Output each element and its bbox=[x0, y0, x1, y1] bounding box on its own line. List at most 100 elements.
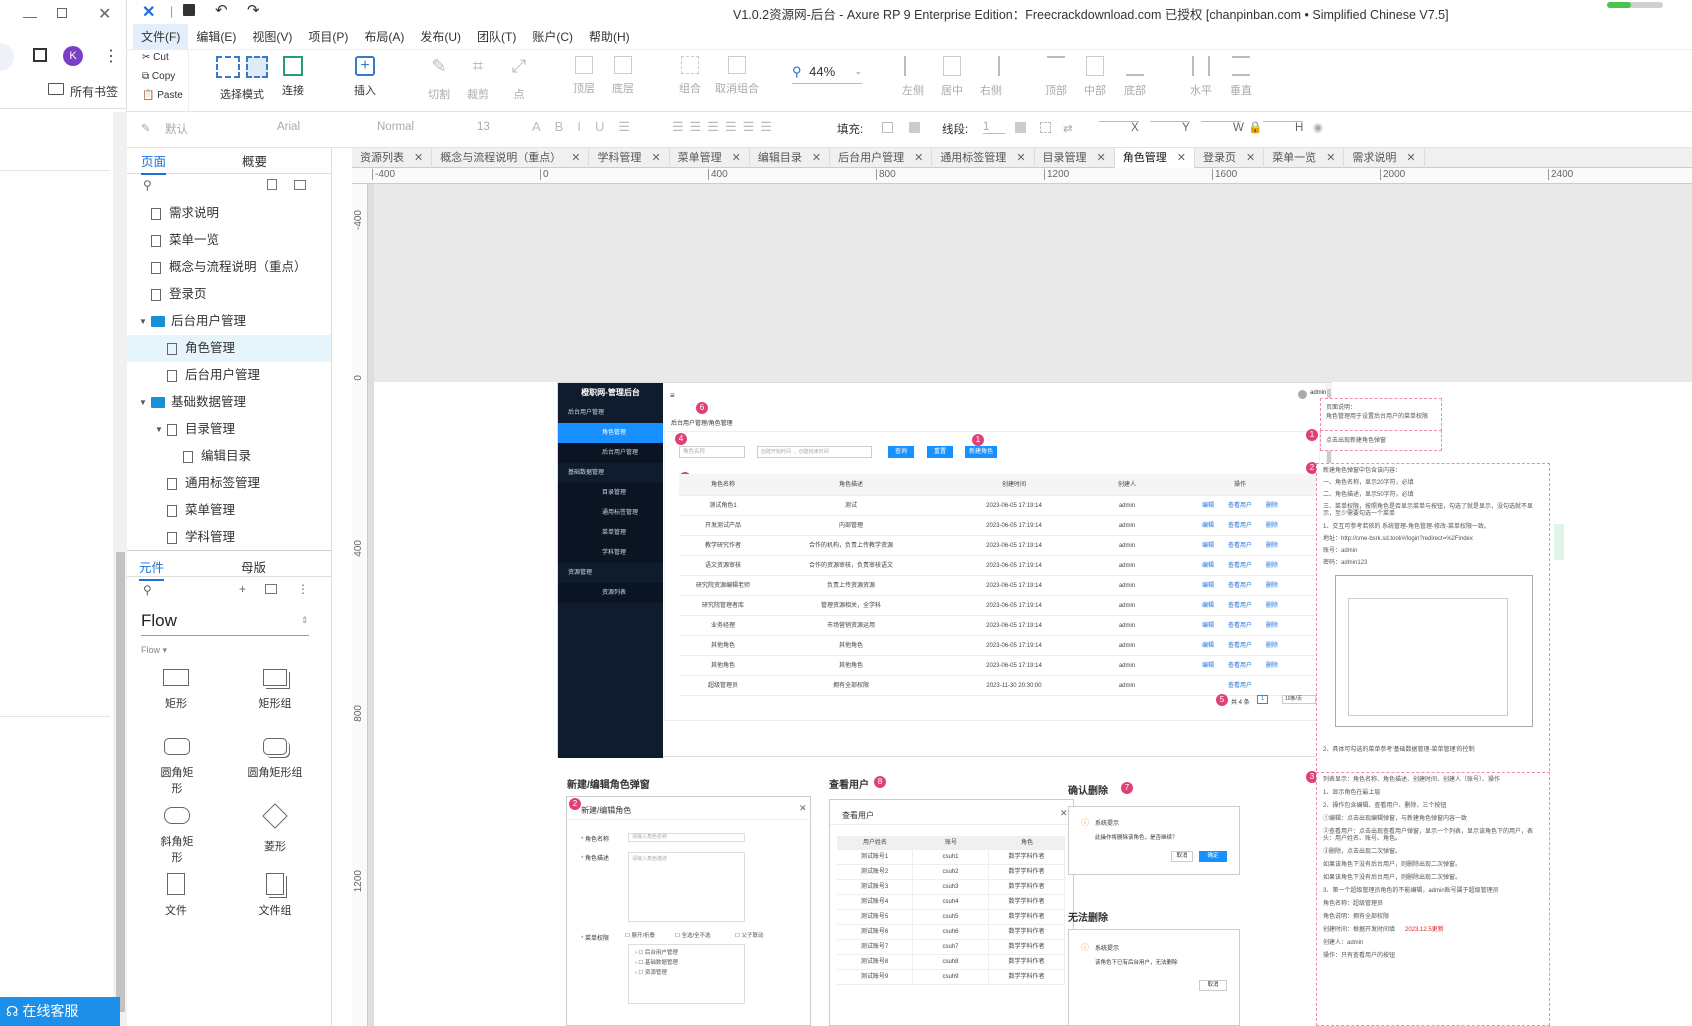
connect-button[interactable]: 连接 bbox=[277, 56, 309, 98]
close-icon[interactable]: ✕ bbox=[1097, 152, 1106, 164]
page-tree-item[interactable]: 后台用户管理 bbox=[127, 362, 331, 389]
ungroup-button[interactable]: 取消组合 bbox=[712, 56, 762, 96]
delete-link[interactable]: 删除 bbox=[1266, 503, 1278, 509]
page-tree-item[interactable]: ▼ 目录管理 bbox=[127, 416, 331, 443]
text-align-buttons[interactable]: ☰☰☰☰☰☰ bbox=[672, 119, 778, 135]
stroke-color-swatch[interactable] bbox=[1015, 122, 1026, 133]
widget-file[interactable]: 文件 bbox=[161, 873, 191, 918]
widget-diamond[interactable]: 菱形 bbox=[255, 803, 295, 854]
confirm-button[interactable]: 确定 bbox=[1199, 851, 1227, 862]
align-center-button[interactable]: 居中 bbox=[938, 56, 966, 98]
sidebar-group[interactable]: 后台用户管理 bbox=[558, 403, 663, 423]
sidebar-item[interactable]: 后台用户管理 bbox=[558, 443, 663, 463]
view-users-link[interactable]: 查看用户 bbox=[1228, 623, 1252, 629]
insert-button[interactable]: + 插入 bbox=[349, 56, 381, 98]
search-icon[interactable]: ⚲ bbox=[143, 583, 152, 597]
delete-link[interactable]: 删除 bbox=[1266, 663, 1278, 669]
role-name-input[interactable]: 角色名称 bbox=[679, 446, 745, 458]
page-tree-item[interactable]: 菜单管理 bbox=[127, 497, 331, 524]
close-icon[interactable]: ✕ bbox=[1326, 152, 1335, 164]
menu-help[interactable]: 帮助(H) bbox=[581, 24, 638, 49]
align-left-button[interactable]: 左侧 bbox=[899, 56, 927, 98]
sidebar-item[interactable]: 角色管理 bbox=[558, 423, 663, 443]
cancel-button[interactable]: 取消 bbox=[1171, 851, 1193, 862]
kebab-menu-icon[interactable]: ⋮ bbox=[103, 46, 119, 66]
zoom-select[interactable]: ⚲ 44% ⌄ bbox=[792, 64, 862, 84]
widget-rounded-rect-group[interactable]: 圆角矩形组 bbox=[247, 738, 303, 780]
close-icon[interactable]: ✕ bbox=[414, 152, 423, 164]
page-tree-item[interactable]: 角色管理 bbox=[127, 335, 331, 362]
cut-tool-button[interactable]: ✎ 切割 bbox=[425, 56, 453, 102]
add-library-icon[interactable]: + bbox=[239, 582, 246, 596]
page-tree-item[interactable]: 登录页 bbox=[127, 281, 331, 308]
close-icon[interactable]: ✕ bbox=[651, 152, 660, 164]
widget-rounded-rect[interactable]: 圆角矩形 bbox=[157, 738, 197, 796]
library-stack-icon[interactable] bbox=[265, 584, 277, 594]
minimize-icon[interactable]: — bbox=[23, 8, 37, 24]
close-icon[interactable]: ✕ bbox=[1246, 152, 1255, 164]
tab-document[interactable]: 目录管理 ✕ bbox=[1035, 148, 1115, 168]
close-icon[interactable]: ✕ bbox=[571, 152, 580, 164]
linkage-checkbox[interactable]: ☐ 父子联动 bbox=[735, 931, 763, 939]
edit-link[interactable]: 编辑 bbox=[1202, 623, 1214, 629]
stroke-width-input[interactable]: 1 bbox=[983, 121, 1005, 134]
view-users-link[interactable]: 查看用户 bbox=[1228, 543, 1252, 549]
widget-bevel-rect[interactable]: 斜角矩形 bbox=[157, 807, 197, 865]
query-button[interactable]: 查询 bbox=[888, 446, 914, 458]
close-icon[interactable]: ✕ bbox=[1016, 152, 1025, 164]
fill-image-swatch[interactable] bbox=[909, 122, 920, 133]
tab-document[interactable]: 资源列表 ✕ bbox=[352, 148, 433, 168]
delete-link[interactable]: 删除 bbox=[1266, 643, 1278, 649]
page-tree-item[interactable]: 通用标签管理 bbox=[127, 470, 331, 497]
font-select[interactable]: Arial bbox=[277, 121, 367, 133]
sidebar-item[interactable]: 菜单管理 bbox=[558, 523, 663, 543]
view-users-link[interactable]: 查看用户 bbox=[1228, 643, 1252, 649]
top-layer-button[interactable]: 顶层 bbox=[570, 56, 598, 96]
edit-link[interactable]: 编辑 bbox=[1202, 603, 1214, 609]
edit-link[interactable]: 编辑 bbox=[1202, 543, 1214, 549]
sidebar-item[interactable]: 资源列表 bbox=[558, 583, 663, 603]
tab-pages[interactable]: 页面 bbox=[141, 151, 167, 175]
delete-link[interactable]: 删除 bbox=[1266, 523, 1278, 529]
edit-link[interactable]: 编辑 bbox=[1202, 563, 1214, 569]
annotation-pin-1[interactable]: 1 bbox=[1306, 429, 1318, 441]
tab-document[interactable]: 登录页 ✕ bbox=[1195, 148, 1265, 168]
group-button[interactable]: 组合 bbox=[676, 56, 704, 96]
delete-link[interactable]: 删除 bbox=[1266, 583, 1278, 589]
sidebar-item[interactable]: 通用标签管理 bbox=[558, 503, 663, 523]
align-bottom-button[interactable]: 底部 bbox=[1121, 56, 1149, 98]
cancel-button[interactable]: 取消 bbox=[1199, 980, 1227, 991]
page-tree-item[interactable]: 学科管理 bbox=[127, 524, 331, 545]
close-icon[interactable]: ✕ bbox=[812, 152, 821, 164]
page-tree-item[interactable]: 菜单一览 bbox=[127, 227, 331, 254]
tab-document[interactable]: 编辑目录 ✕ bbox=[750, 148, 831, 168]
view-users-link[interactable]: 查看用户 bbox=[1228, 603, 1252, 609]
date-range-input[interactable]: 创建开始时间 → 创建结束时间 bbox=[757, 446, 872, 458]
annotation-pin-7[interactable]: 7 bbox=[1121, 782, 1133, 794]
copy-button[interactable]: ⧉ Copy bbox=[142, 71, 175, 82]
paste-button[interactable]: 📋 Paste bbox=[142, 90, 183, 101]
align-top-button[interactable]: 顶部 bbox=[1042, 56, 1070, 98]
menu-tree-item[interactable]: › ☐ 基础数据管理 bbox=[635, 958, 738, 968]
menu-tree[interactable]: › ☐ 后台用户管理 › ☐ 基础数据管理 › ☐ 资源管理 bbox=[628, 944, 745, 1004]
fill-color-swatch[interactable] bbox=[882, 122, 893, 133]
view-users-link[interactable]: 查看用户 bbox=[1228, 563, 1252, 569]
role-name-field[interactable]: 请输入角色名称 bbox=[628, 833, 745, 842]
cut-button[interactable]: ✂ Cut bbox=[142, 52, 169, 63]
add-page-icon[interactable] bbox=[267, 179, 277, 190]
select-mode-button[interactable]: 选择模式 bbox=[207, 56, 277, 102]
avatar[interactable]: K bbox=[63, 46, 83, 66]
edit-link[interactable]: 编辑 bbox=[1202, 663, 1214, 669]
arrow-style-icon[interactable]: ⇄ bbox=[1063, 121, 1073, 135]
edit-link[interactable]: 编辑 bbox=[1202, 503, 1214, 509]
new-role-button[interactable]: 新建角色 bbox=[965, 446, 997, 458]
menu-tree-item[interactable]: › ☐ 后台用户管理 bbox=[635, 948, 738, 958]
side-handle[interactable] bbox=[1554, 524, 1564, 560]
page-tree-item[interactable]: 需求说明 bbox=[127, 200, 331, 227]
delete-link[interactable]: 删除 bbox=[1266, 623, 1278, 629]
tab-document[interactable]: 学科管理 ✕ bbox=[589, 148, 670, 168]
view-users-link[interactable]: 查看用户 bbox=[1228, 523, 1252, 529]
point-tool-button[interactable]: ⤢ 点 bbox=[505, 56, 533, 102]
restore-icon[interactable] bbox=[57, 8, 67, 18]
menu-publish[interactable]: 发布(U) bbox=[412, 24, 469, 49]
